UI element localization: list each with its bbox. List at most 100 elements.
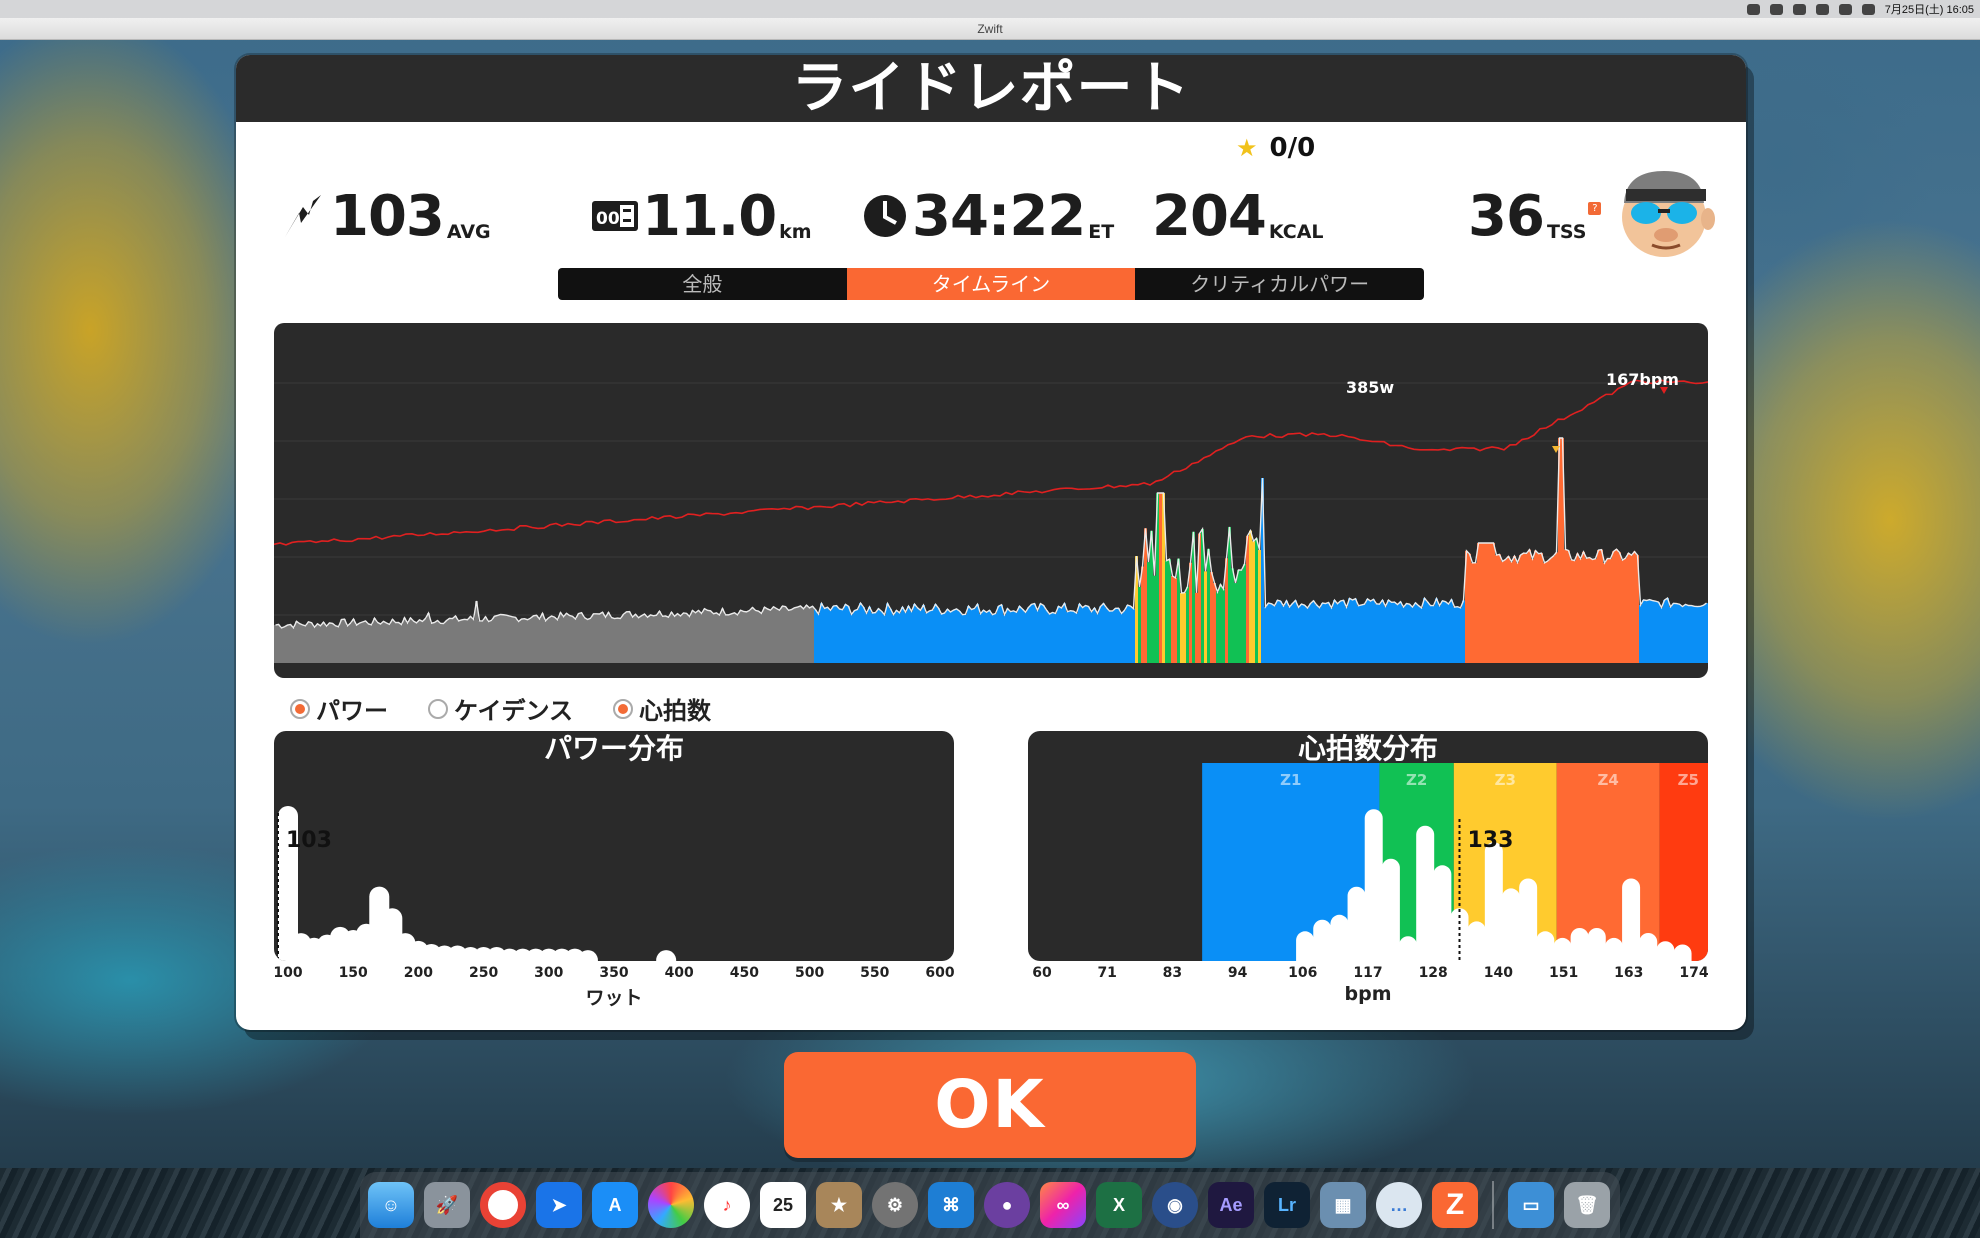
upload-icon[interactable] (1792, 3, 1806, 15)
after-effects-icon[interactable]: Ae (1208, 1182, 1254, 1228)
power-bar (1090, 611, 1093, 663)
wifi-icon[interactable] (1815, 3, 1829, 15)
power-bar (1693, 606, 1696, 663)
power-bar (361, 621, 364, 663)
power-bar (430, 623, 433, 663)
power-bar (997, 606, 1000, 663)
archive-icon[interactable]: ★ (816, 1182, 862, 1228)
power-bar (580, 612, 583, 663)
power-bar (1423, 598, 1426, 663)
cloud-icon[interactable] (1746, 3, 1760, 15)
calendar-icon[interactable]: 25 (760, 1182, 806, 1228)
power-bar (1351, 600, 1354, 663)
ok-button[interactable]: OK (784, 1052, 1196, 1158)
power-bar (628, 611, 631, 663)
tab-critical-power[interactable]: クリティカルパワー (1135, 268, 1424, 300)
power-bar (865, 613, 868, 663)
power-bar (922, 605, 925, 663)
power-bar (511, 616, 514, 663)
power-bar (1264, 606, 1267, 663)
power-bar (604, 617, 607, 663)
legend-cadence-label: ケイデンス (454, 697, 574, 725)
power-bar (556, 619, 559, 663)
legend-cadence[interactable]: ケイデンス (428, 691, 573, 726)
hr-tick-label: 174 (1679, 965, 1709, 981)
hr-zone-band (1556, 763, 1660, 961)
legend-heart-rate-label: 心拍数 (639, 697, 712, 725)
power-bar (1306, 607, 1309, 663)
power-bar (1189, 562, 1192, 663)
trash-icon[interactable]: 🗑 (1564, 1182, 1610, 1228)
power-bar (1165, 560, 1168, 663)
github-icon[interactable]: ● (984, 1182, 1030, 1228)
power-tick-label: 600 (925, 965, 955, 981)
tab-timeline[interactable]: タイムライン (846, 268, 1136, 300)
power-bar (1642, 599, 1645, 663)
power-bar (466, 619, 469, 663)
power-bar (376, 622, 379, 663)
hr-avg-label: 133 (1468, 828, 1514, 853)
power-toggle-icon[interactable] (290, 698, 310, 719)
power-bar (1348, 598, 1351, 663)
battery-icon[interactable] (1861, 3, 1875, 15)
menubar-datetime[interactable]: 7月25日(土) 16:05 (1885, 1, 1974, 17)
power-bar (1474, 562, 1477, 663)
power-bar (460, 619, 463, 663)
messages-icon[interactable]: … (1376, 1182, 1422, 1228)
power-bar (1546, 561, 1549, 663)
power-bar (1651, 600, 1654, 663)
power-bar (784, 606, 787, 663)
power-bar (1069, 610, 1072, 663)
power-bar (913, 604, 916, 663)
power-bar (304, 625, 307, 663)
legend-power[interactable]: パワー (290, 691, 388, 726)
power-bar (403, 617, 406, 663)
power-bar (886, 603, 889, 663)
app-store-icon[interactable]: A (592, 1182, 638, 1228)
power-bar (400, 624, 403, 663)
preview-icon[interactable]: ▦ (1320, 1182, 1366, 1228)
power-bar (1180, 592, 1183, 663)
launchpad-icon[interactable]: 🚀 (424, 1182, 470, 1228)
power-bar (934, 604, 937, 663)
creative-cloud-app-icon[interactable]: ∞ (1040, 1182, 1086, 1228)
power-bar (703, 608, 706, 663)
power-bar (1384, 606, 1387, 663)
power-bar (820, 603, 823, 663)
legend-heart-rate[interactable]: 心拍数 (613, 691, 711, 726)
power-bar (427, 613, 430, 663)
stat-time-value: 34:22 (912, 184, 1086, 249)
power-bar (1333, 600, 1336, 663)
power-bar (286, 625, 289, 663)
finder-icon[interactable]: ☺ (368, 1182, 414, 1228)
tab-general[interactable]: 全般 (558, 268, 847, 300)
system-preferences-icon[interactable]: ⚙ (872, 1182, 918, 1228)
power-bar (1015, 612, 1018, 663)
music-icon[interactable]: ♪ (704, 1182, 750, 1228)
excel-icon[interactable]: X (1096, 1182, 1142, 1228)
volume-icon[interactable] (1838, 3, 1852, 15)
chrome-icon[interactable] (480, 1182, 526, 1228)
lightroom-icon[interactable]: Lr (1264, 1182, 1310, 1228)
heart-rate-toggle-icon[interactable] (613, 698, 634, 719)
creative-cloud-icon[interactable] (1769, 3, 1783, 15)
power-bar (970, 609, 973, 663)
power-bar (490, 620, 493, 663)
photos-icon[interactable] (648, 1182, 694, 1228)
quicktime-icon[interactable]: ◉ (1152, 1182, 1198, 1228)
cadence-toggle-icon[interactable] (428, 698, 448, 719)
vscode-icon[interactable]: ⌘ (928, 1182, 974, 1228)
power-bar (1159, 493, 1162, 663)
spark-icon[interactable]: ➤ (536, 1182, 582, 1228)
power-bar (1702, 605, 1705, 663)
tss-help-icon[interactable]: ? (1588, 202, 1602, 215)
power-bar (640, 615, 643, 663)
folder-icon[interactable]: ▭ (1508, 1182, 1554, 1228)
power-bar (727, 614, 730, 663)
power-bar (1222, 589, 1225, 663)
power-bar (1630, 555, 1633, 663)
zwift-icon[interactable]: Z (1432, 1182, 1478, 1228)
power-bar (1153, 575, 1156, 663)
power-bar (718, 615, 721, 663)
power-bar (1294, 600, 1297, 663)
